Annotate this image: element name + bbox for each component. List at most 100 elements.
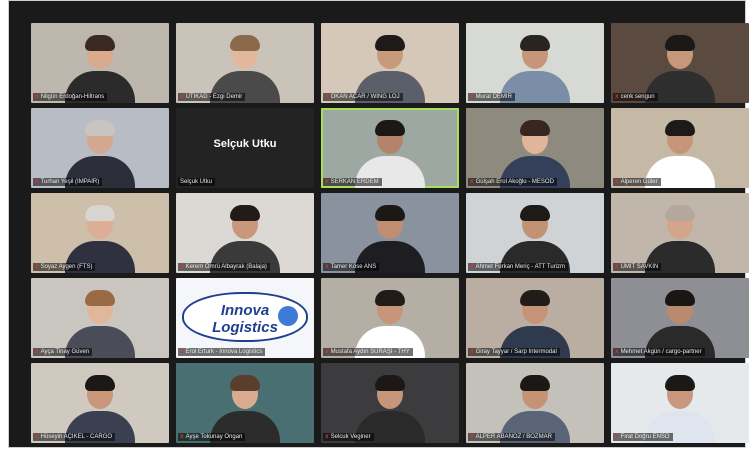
- mic-muted-icon: ⅹ: [180, 94, 184, 100]
- participant-name: Tamer Köse ANS: [330, 264, 377, 270]
- mic-muted-icon: ⅹ: [470, 179, 474, 185]
- participant-tile[interactable]: Innova Logistics ⅹ Erol Erturk - Innova Log…: [176, 278, 314, 358]
- mic-muted-icon: ⅹ: [35, 264, 39, 270]
- participant-tile[interactable]: ⅹ Giray Tayyar / Sarp Intermodal: [466, 278, 604, 358]
- participant-tile[interactable]: ⅹ OKAN ACAR / WING LOJ: [321, 23, 459, 103]
- participant-nameplate: ⅹ Ayşe Tokunay Ongan: [178, 433, 246, 441]
- participant-tile[interactable]: ⅹ Nilgün Erdoğan-Hiltrans: [31, 23, 169, 103]
- person-hair: [665, 290, 695, 306]
- participant-nameplate: ⅹ Fırat Doğru ENSO: [613, 433, 673, 441]
- participant-name: OKAN ACAR / WING LOJ: [330, 94, 400, 100]
- participant-display-name: Selçuk Utku: [213, 138, 277, 150]
- participant-name: cenk sengun: [620, 94, 655, 100]
- participant-tile[interactable]: ⅹ Turhan Yeşil (IMPAIR): [31, 108, 169, 188]
- participant-nameplate: ⅹ Ayça Tinay Güven: [33, 348, 93, 356]
- participant-tile[interactable]: ⅹ cenk sengun: [611, 23, 749, 103]
- participant-name: Kerem Ömrü Albayrak (Balaja): [185, 264, 267, 270]
- mic-muted-icon: ⅹ: [325, 264, 329, 270]
- participant-nameplate: ⅹ Gülşah Erol Akoğlu - MESOD: [468, 178, 557, 186]
- participant-tile[interactable]: Selçuk Utku Selçuk Utku: [176, 108, 314, 188]
- person-hair: [85, 375, 115, 391]
- video-grid-frame: ⅹ Nilgün Erdoğan-Hiltrans ⅹ UTIKAD - Ezgi D…: [8, 0, 749, 448]
- participant-nameplate: ⅹ Turhan Yeşil (IMPAIR): [33, 178, 103, 186]
- mic-muted-icon: ⅹ: [470, 94, 474, 100]
- participant-nameplate: ⅹ UTIKAD - Ezgi Demir: [178, 93, 246, 101]
- participant-tile[interactable]: ⅹ SERKAN ERDEM: [321, 108, 459, 188]
- person-hair: [85, 290, 115, 306]
- company-logo: Innova Logistics: [182, 292, 308, 342]
- participant-tile[interactable]: ⅹ Hüseyin AÇIKEL - CARGO: [31, 363, 169, 443]
- participant-tile[interactable]: ⅹ Ayça Tinay Güven: [31, 278, 169, 358]
- participant-grid: ⅹ Nilgün Erdoğan-Hiltrans ⅹ UTIKAD - Ezgi D…: [31, 23, 749, 443]
- participant-name: SERKAN ERDEM: [330, 179, 379, 185]
- participant-tile[interactable]: ⅹ Ayşe Tokunay Ongan: [176, 363, 314, 443]
- mic-muted-icon: ⅹ: [35, 434, 39, 440]
- participant-tile[interactable]: ⅹ Fırat Doğru ENSO: [611, 363, 749, 443]
- person-hair: [85, 205, 115, 221]
- mic-muted-icon: ⅹ: [470, 264, 474, 270]
- participant-name: Erol Erturk - Innova Logistics: [185, 349, 263, 355]
- person-hair: [375, 375, 405, 391]
- participant-name: Ayşe Tokunay Ongan: [185, 434, 243, 440]
- mic-muted-icon: ⅹ: [180, 349, 184, 355]
- participant-nameplate: ⅹ Nilgün Erdoğan-Hiltrans: [33, 93, 108, 101]
- mic-muted-icon: ⅹ: [615, 94, 619, 100]
- person-hair: [85, 35, 115, 51]
- participant-tile[interactable]: ⅹ UTIKAD - Ezgi Demir: [176, 23, 314, 103]
- participant-name: Selçuk Utku: [180, 179, 213, 185]
- participant-nameplate: ⅹ Murat DEMİR: [468, 93, 515, 101]
- mic-muted-icon: ⅹ: [615, 179, 619, 185]
- participant-nameplate: ⅹ Selcuk Veginer: [323, 433, 374, 441]
- participant-name: Gülşah Erol Akoğlu - MESOD: [475, 179, 554, 185]
- participant-tile[interactable]: ⅹ Selcuk Veginer: [321, 363, 459, 443]
- participant-tile[interactable]: ⅹ Kerem Ömrü Albayrak (Balaja): [176, 193, 314, 273]
- participant-nameplate: ⅹ Alperen Güler: [613, 178, 661, 186]
- participant-tile[interactable]: ⅹ ÜMİT SAVKIN: [611, 193, 749, 273]
- participant-name: Alperen Güler: [620, 179, 658, 185]
- mic-muted-icon: ⅹ: [35, 94, 39, 100]
- participant-name: Murat DEMİR: [475, 94, 512, 100]
- participant-nameplate: ⅹ Mustafa Aydın SÜRAŞI - THY: [323, 348, 413, 356]
- mic-muted-icon: ⅹ: [35, 349, 39, 355]
- participant-nameplate: ⅹ ALPER ABANOZ / BOZMAR: [468, 433, 555, 441]
- participant-name: Soyaz Aygen (FTS): [40, 264, 93, 270]
- participant-nameplate: ⅹ Hüseyin AÇIKEL - CARGO: [33, 433, 116, 441]
- participant-tile[interactable]: ⅹ ALPER ABANOZ / BOZMAR: [466, 363, 604, 443]
- mic-muted-icon: ⅹ: [470, 349, 474, 355]
- participant-name: UTIKAD - Ezgi Demir: [185, 94, 243, 100]
- participant-tile[interactable]: ⅹ Tamer Köse ANS: [321, 193, 459, 273]
- mic-muted-icon: ⅹ: [615, 349, 619, 355]
- participant-nameplate: ⅹ Mehmet Akgün / cargo-partner: [613, 348, 705, 356]
- participant-name: Ayça Tinay Güven: [40, 349, 90, 355]
- person-hair: [520, 375, 550, 391]
- participant-tile[interactable]: ⅹ Ahmet Furkan Meriç - ATT Turizm: [466, 193, 604, 273]
- participant-tile[interactable]: ⅹ Mustafa Aydın SÜRAŞI - THY: [321, 278, 459, 358]
- participant-nameplate: ⅹ SERKAN ERDEM: [323, 178, 382, 186]
- person-hair: [520, 120, 550, 136]
- participant-name: Ahmet Furkan Meriç - ATT Turizm: [475, 264, 566, 270]
- person-hair: [665, 375, 695, 391]
- participant-nameplate: ⅹ cenk sengun: [613, 93, 658, 101]
- person-hair: [520, 205, 550, 221]
- mic-muted-icon: ⅹ: [325, 434, 329, 440]
- participant-name: Mehmet Akgün / cargo-partner: [620, 349, 702, 355]
- participant-name: Hüseyin AÇIKEL - CARGO: [40, 434, 113, 440]
- mic-muted-icon: ⅹ: [180, 264, 184, 270]
- person-hair: [230, 35, 260, 51]
- person-hair: [375, 35, 405, 51]
- participant-tile[interactable]: ⅹ Mehmet Akgün / cargo-partner: [611, 278, 749, 358]
- person-hair: [375, 290, 405, 306]
- participant-nameplate: Selçuk Utku: [178, 178, 216, 186]
- participant-tile[interactable]: ⅹ Soyaz Aygen (FTS): [31, 193, 169, 273]
- participant-tile[interactable]: ⅹ Alperen Güler: [611, 108, 749, 188]
- person-hair: [375, 205, 405, 221]
- participant-nameplate: ⅹ Kerem Ömrü Albayrak (Balaja): [178, 263, 270, 271]
- participant-name: Nilgün Erdoğan-Hiltrans: [40, 94, 105, 100]
- mic-muted-icon: ⅹ: [325, 94, 329, 100]
- participant-nameplate: ⅹ OKAN ACAR / WING LOJ: [323, 93, 403, 101]
- participant-nameplate: ⅹ Erol Erturk - Innova Logistics: [178, 348, 266, 356]
- mic-muted-icon: ⅹ: [35, 179, 39, 185]
- participant-tile[interactable]: ⅹ Murat DEMİR: [466, 23, 604, 103]
- participant-tile[interactable]: ⅹ Gülşah Erol Akoğlu - MESOD: [466, 108, 604, 188]
- person-hair: [520, 35, 550, 51]
